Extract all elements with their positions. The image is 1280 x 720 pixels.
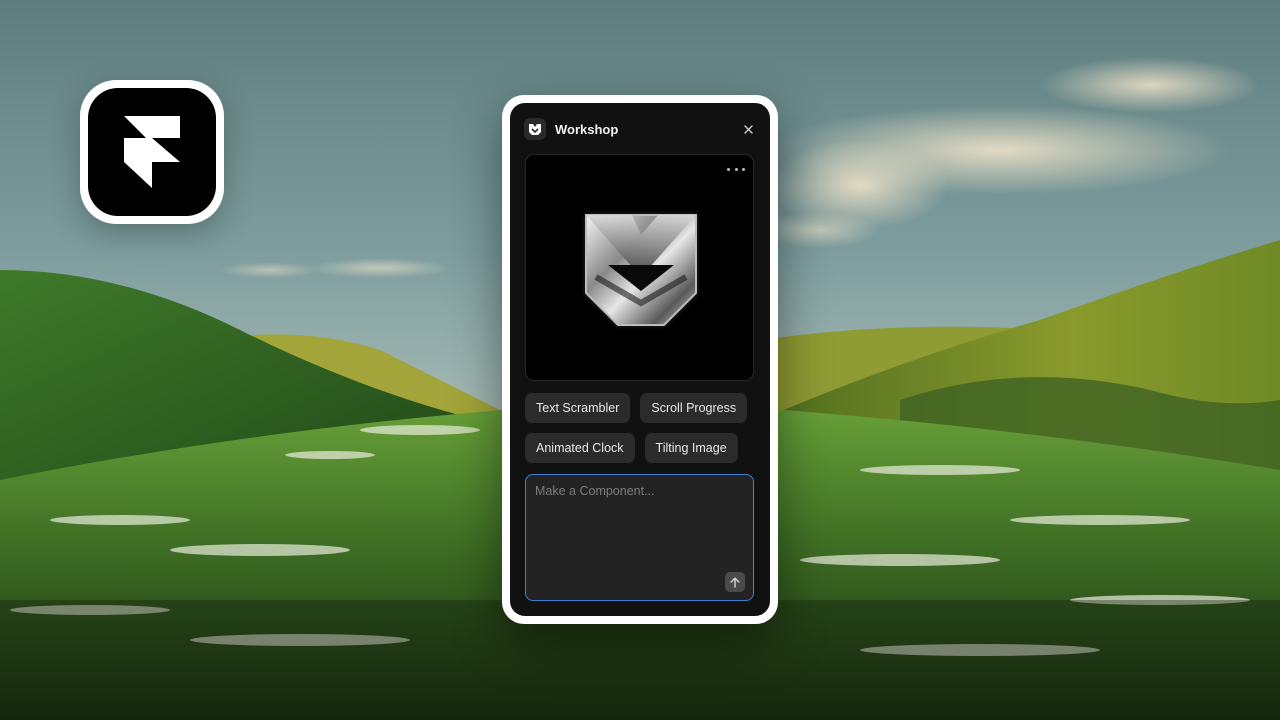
more-options-button[interactable] (727, 163, 745, 175)
device-frame: Workshop Text Scrambler Scroll Progress … (502, 95, 778, 624)
arrow-up-icon (730, 576, 740, 588)
send-button[interactable] (725, 572, 745, 592)
framer-logo-icon (124, 116, 180, 188)
component-preview (525, 154, 754, 381)
more-horizontal-icon (727, 167, 730, 171)
panel-header: Workshop (524, 117, 758, 141)
app-logo-background (88, 88, 216, 216)
prompt-composer (525, 474, 754, 601)
chrome-v-logo-icon (585, 214, 697, 326)
suggestion-chips: Text Scrambler Scroll Progress Animated … (525, 393, 757, 473)
chip-text-scrambler[interactable]: Text Scrambler (525, 393, 631, 423)
workshop-panel: Workshop Text Scrambler Scroll Progress … (510, 103, 770, 616)
app-logo-tile[interactable] (80, 80, 224, 224)
workshop-icon (524, 118, 546, 140)
close-button[interactable] (738, 119, 758, 139)
chip-animated-clock[interactable]: Animated Clock (525, 433, 635, 463)
chip-tilting-image[interactable]: Tilting Image (644, 433, 738, 463)
close-icon (743, 124, 753, 134)
prompt-input[interactable] (526, 475, 753, 570)
chip-scroll-progress[interactable]: Scroll Progress (640, 393, 748, 423)
panel-title: Workshop (555, 121, 619, 137)
